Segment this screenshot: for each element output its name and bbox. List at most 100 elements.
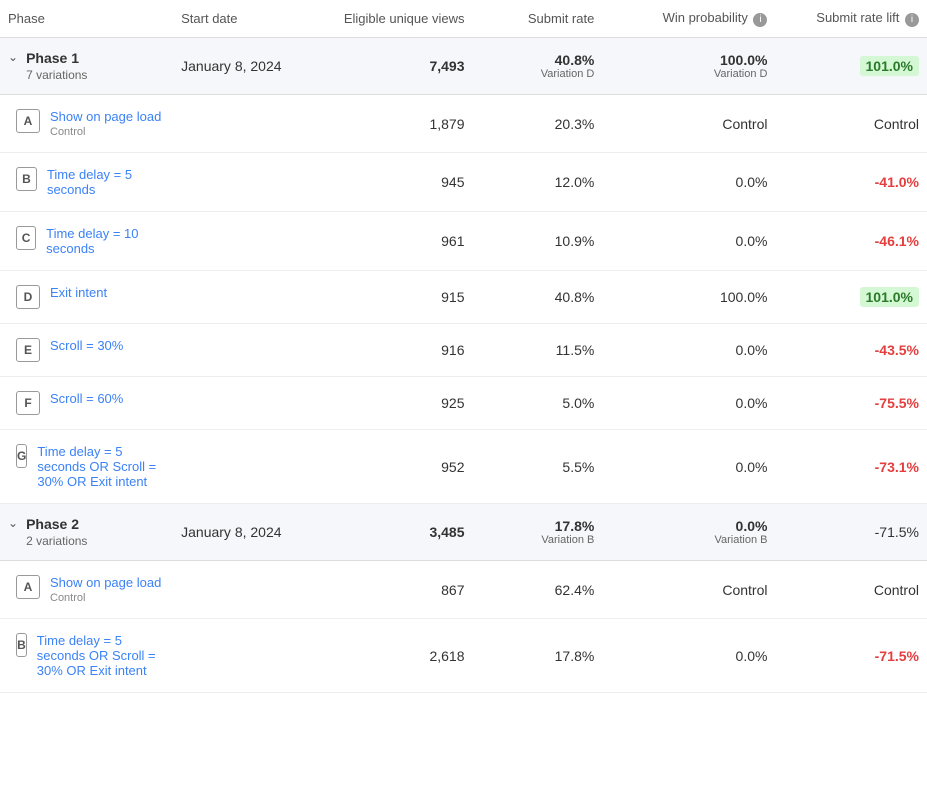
phase-submit-rate: 40.8% Variation D [473, 38, 603, 95]
variation-name-cell: B Time delay = 5 seconds [0, 153, 173, 212]
variation-start-date [173, 430, 324, 504]
phase-win-probability: 0.0% Variation B [602, 504, 775, 561]
variation-start-date [173, 153, 324, 212]
phase-name-cell: ⌄ Phase 2 2 variations [0, 504, 173, 561]
variation-lift: Control [874, 116, 919, 132]
variation-name-link[interactable]: Time delay = 10 seconds [46, 226, 165, 256]
variation-views: 915 [325, 271, 473, 324]
variation-name-link[interactable]: Exit intent [50, 285, 107, 300]
variation-start-date [173, 561, 324, 619]
win-probability-info-icon[interactable]: i [753, 13, 767, 27]
phase-win-probability-sub: Variation D [610, 68, 767, 80]
variation-letter: G [16, 444, 27, 468]
phase-name: Phase 1 [26, 50, 79, 66]
variation-views: 1,879 [325, 95, 473, 153]
phase-views: 7,493 [325, 38, 473, 95]
variation-lift-cell: -46.1% [775, 212, 927, 271]
variation-letter: A [16, 575, 40, 599]
variation-win-probability: 0.0% [736, 395, 768, 411]
variation-win-prob-cell: 0.0% [602, 212, 775, 271]
col-header-phase: Phase [0, 0, 173, 38]
phase-collapse-button[interactable]: ⌄ [8, 50, 22, 64]
variation-win-prob-cell: Control [602, 95, 775, 153]
variation-letter: D [16, 285, 40, 309]
phase-row: ⌄ Phase 2 2 variations January 8, 2024 3… [0, 504, 927, 561]
variation-lift-cell: -41.0% [775, 153, 927, 212]
variation-letter: B [16, 167, 37, 191]
variation-name-cell: C Time delay = 10 seconds [0, 212, 173, 271]
variation-letter: E [16, 338, 40, 362]
variation-name-link[interactable]: Time delay = 5 seconds [47, 167, 165, 197]
variation-letter: F [16, 391, 40, 415]
phase-collapse-button[interactable]: ⌄ [8, 516, 22, 530]
phase-lift: 101.0% [775, 38, 927, 95]
variation-views: 961 [325, 212, 473, 271]
variation-lift-cell: -75.5% [775, 377, 927, 430]
variation-name-link[interactable]: Scroll = 60% [50, 391, 123, 406]
variation-lift-cell: Control [775, 95, 927, 153]
phase-variations-count: 2 variations [26, 534, 87, 548]
variation-lift-cell: Control [775, 561, 927, 619]
variation-submit-rate: 62.4% [473, 561, 603, 619]
variation-submit-rate: 5.0% [473, 377, 603, 430]
variation-win-probability: Control [722, 582, 767, 598]
variation-lift-negative: -41.0% [875, 174, 919, 190]
phase-lift: -71.5% [775, 504, 927, 561]
variation-win-probability: 0.0% [736, 174, 768, 190]
variation-letter: A [16, 109, 40, 133]
variation-lift-badge: 101.0% [860, 287, 919, 307]
variation-win-prob-cell: 100.0% [602, 271, 775, 324]
variation-name-link[interactable]: Scroll = 30% [50, 338, 123, 353]
phase-submit-rate-sub: Variation B [481, 534, 595, 546]
variation-win-prob-cell: 0.0% [602, 377, 775, 430]
variation-row: A Show on page load Control 867 62.4% Co… [0, 561, 927, 619]
variation-submit-rate: 40.8% [473, 271, 603, 324]
variation-name-cell: E Scroll = 30% [0, 324, 173, 377]
variation-win-probability: 0.0% [736, 459, 768, 475]
variation-start-date [173, 271, 324, 324]
variation-start-date [173, 619, 324, 693]
variation-win-prob-cell: 0.0% [602, 153, 775, 212]
variation-lift-negative: -43.5% [875, 342, 919, 358]
variation-name-link[interactable]: Time delay = 5 seconds OR Scroll = 30% O… [37, 444, 165, 489]
table-body: ⌄ Phase 1 7 variations January 8, 2024 7… [0, 38, 927, 693]
variation-submit-rate: 12.0% [473, 153, 603, 212]
submit-lift-info-icon[interactable]: i [905, 13, 919, 27]
variation-sub-label: Control [50, 592, 161, 604]
phases-table: Phase Start date Eligible unique views S… [0, 0, 927, 693]
variation-row: B Time delay = 5 seconds 945 12.0% 0.0% … [0, 153, 927, 212]
phase-start-date: January 8, 2024 [173, 38, 324, 95]
variation-views: 945 [325, 153, 473, 212]
variation-win-prob-cell: Control [602, 561, 775, 619]
variation-lift-negative: -46.1% [875, 233, 919, 249]
phase-name: Phase 2 [26, 516, 79, 532]
variation-submit-rate: 20.3% [473, 95, 603, 153]
variation-letter: C [16, 226, 36, 250]
phase-win-probability-sub: Variation B [610, 534, 767, 546]
lift-badge: 101.0% [860, 56, 919, 76]
variation-letter: B [16, 633, 27, 657]
variation-submit-rate: 10.9% [473, 212, 603, 271]
variation-win-prob-cell: 0.0% [602, 324, 775, 377]
col-header-start: Start date [173, 0, 324, 38]
col-header-submit: Submit rate [473, 0, 603, 38]
variation-win-probability: 100.0% [720, 289, 767, 305]
variation-name-link[interactable]: Time delay = 5 seconds OR Scroll = 30% O… [37, 633, 165, 678]
variation-row: C Time delay = 10 seconds 961 10.9% 0.0%… [0, 212, 927, 271]
variation-win-prob-cell: 0.0% [602, 430, 775, 504]
variation-views: 952 [325, 430, 473, 504]
variation-win-probability: 0.0% [736, 342, 768, 358]
variation-name-cell: A Show on page load Control [0, 95, 173, 153]
variation-row: F Scroll = 60% 925 5.0% 0.0% -75.5% [0, 377, 927, 430]
variation-views: 916 [325, 324, 473, 377]
phase-variations-count: 7 variations [26, 68, 87, 82]
variation-lift-negative: -73.1% [875, 459, 919, 475]
table-header-row: Phase Start date Eligible unique views S… [0, 0, 927, 38]
variation-name-link[interactable]: Show on page load [50, 575, 161, 590]
variation-row: G Time delay = 5 seconds OR Scroll = 30%… [0, 430, 927, 504]
variation-row: E Scroll = 30% 916 11.5% 0.0% -43.5% [0, 324, 927, 377]
variation-views: 925 [325, 377, 473, 430]
variation-lift-cell: -71.5% [775, 619, 927, 693]
variation-submit-rate: 5.5% [473, 430, 603, 504]
variation-name-link[interactable]: Show on page load [50, 109, 161, 124]
